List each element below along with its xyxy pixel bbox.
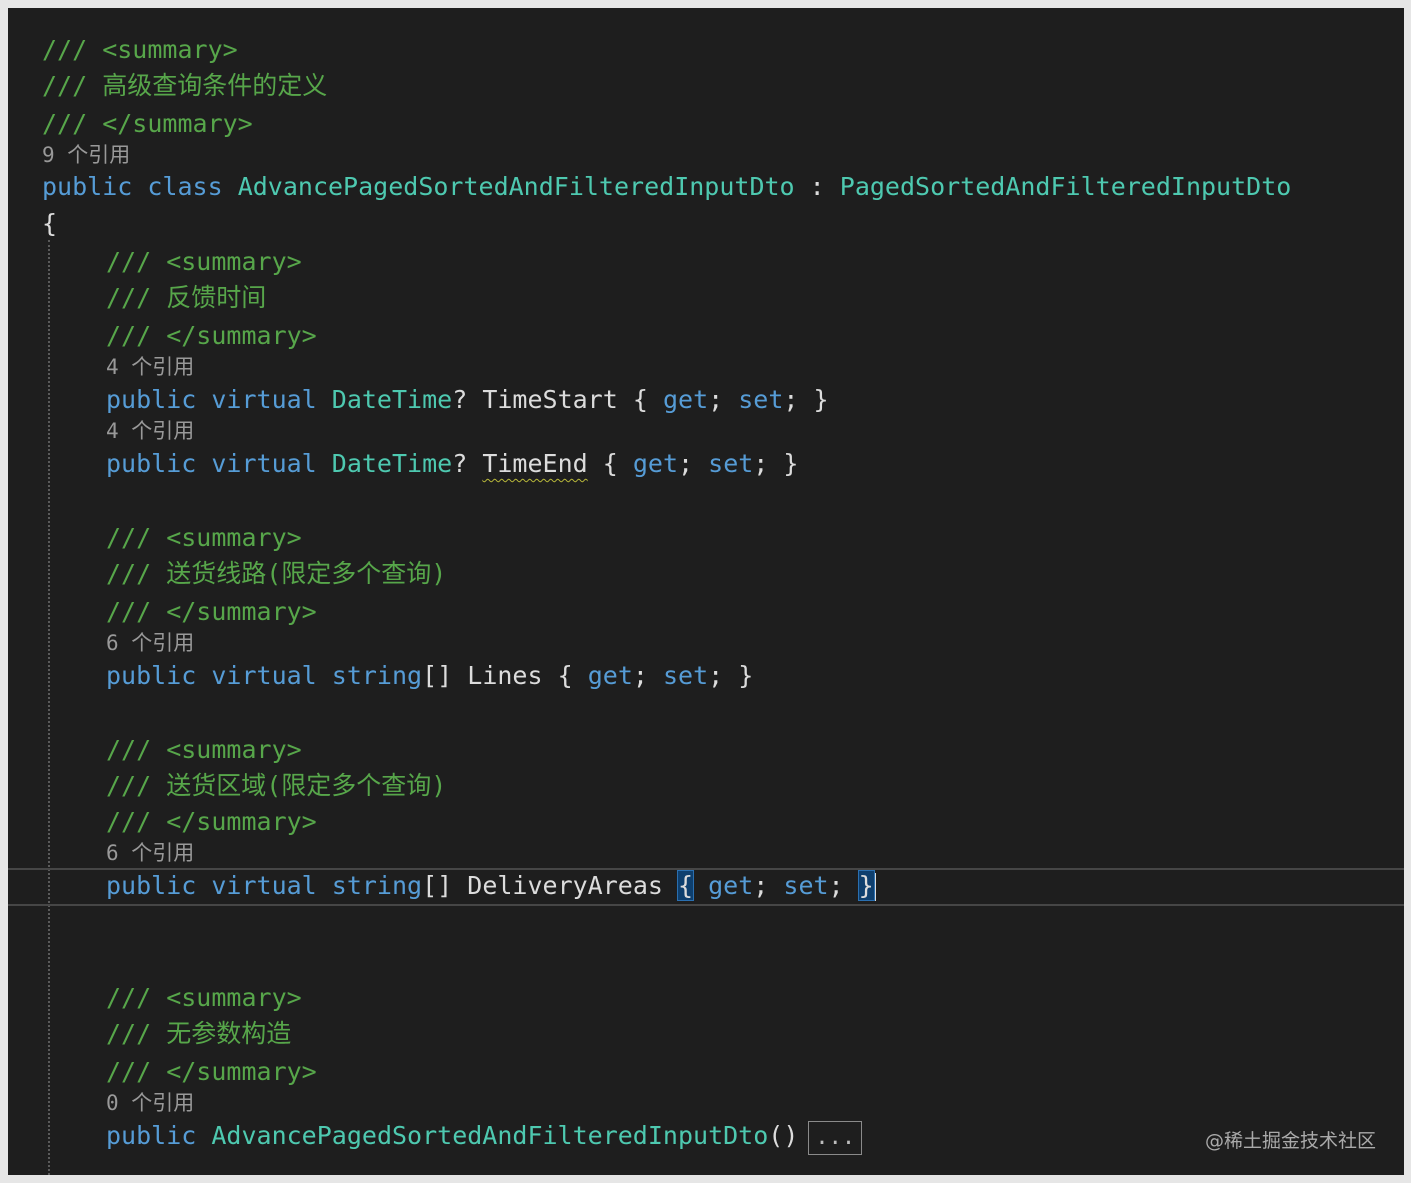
type-suffix: []: [422, 871, 453, 900]
constructor-name[interactable]: AdvancePagedSortedAndFilteredInputDto: [211, 1121, 768, 1150]
class-doc-text: /// 高级查询条件的定义: [42, 71, 328, 100]
property-name[interactable]: TimeStart: [482, 385, 617, 414]
set-accessor: set: [783, 871, 829, 900]
inheritance-colon: :: [794, 172, 840, 201]
constructor-declaration: public AdvancePagedSortedAndFilteredInpu…: [106, 1116, 863, 1156]
ctor-doc-text: /// 无参数构造: [106, 1019, 292, 1048]
property-type[interactable]: DateTime: [332, 449, 452, 478]
accessor-close-brace: }: [738, 661, 754, 690]
accessor-open-brace: {: [557, 661, 573, 690]
property-timestart: public virtual DateTime? TimeStart { get…: [106, 385, 829, 414]
member-reference-codelens[interactable]: 4 个引用: [106, 418, 194, 444]
accessor-open-brace: {: [602, 449, 618, 478]
modifiers: public virtual: [106, 385, 317, 414]
class-doc-open: /// <summary>: [42, 35, 238, 64]
class-keyword: class: [147, 172, 223, 201]
constructor-parens: (): [768, 1121, 799, 1150]
type-suffix: ?: [452, 449, 468, 478]
class-name[interactable]: AdvancePagedSortedAndFilteredInputDto: [238, 172, 795, 201]
modifiers: public virtual: [106, 871, 317, 900]
property-type[interactable]: DateTime: [332, 385, 452, 414]
class-declaration: public class AdvancePagedSortedAndFilter…: [42, 167, 1291, 207]
member-doc-text: /// 送货线路(限定多个查询): [106, 559, 447, 588]
set-accessor: set: [662, 661, 709, 690]
accessor-close-brace: }: [783, 449, 799, 478]
public-keyword: public: [42, 172, 133, 201]
collapsed-region-button[interactable]: ...: [808, 1121, 863, 1155]
member-doc-open: /// <summary>: [106, 247, 302, 276]
property-lines: public virtual string[] Lines { get; set…: [106, 661, 754, 690]
accessor-open-brace: {: [632, 385, 648, 414]
member-reference-codelens[interactable]: 4 个引用: [106, 354, 194, 380]
matched-close-brace: }: [857, 870, 875, 901]
matched-open-brace: {: [676, 870, 695, 901]
type-suffix: []: [422, 661, 453, 690]
get-accessor: get: [708, 871, 754, 900]
member-reference-codelens[interactable]: 6 个引用: [106, 630, 194, 656]
watermark: @稀土掘金技术社区: [1204, 1130, 1376, 1152]
get-accessor: get: [587, 661, 633, 690]
member-reference-codelens[interactable]: 6 个引用: [106, 840, 194, 866]
class-open-brace: {: [42, 209, 58, 238]
code-editor[interactable]: /// <summary> /// 高级查询条件的定义 /// </summar…: [8, 8, 1404, 1175]
member-doc-open: /// <summary>: [106, 523, 302, 552]
class-reference-codelens[interactable]: 9 个引用: [42, 142, 130, 168]
modifiers: public virtual: [106, 449, 317, 478]
base-class-name[interactable]: PagedSortedAndFilteredInputDto: [840, 172, 1292, 201]
member-doc-close: /// </summary>: [106, 321, 317, 350]
type-suffix: ?: [452, 385, 468, 414]
property-type[interactable]: string: [332, 661, 422, 690]
ctor-doc-open: /// <summary>: [106, 983, 302, 1012]
member-doc-close: /// </summary>: [106, 597, 317, 626]
member-doc-close: /// </summary>: [106, 807, 317, 836]
member-doc-text: /// 反馈时间: [106, 283, 267, 312]
indent-guide: [48, 240, 50, 1175]
get-accessor: get: [662, 385, 709, 414]
member-doc-open: /// <summary>: [106, 735, 302, 764]
property-name[interactable]: Lines: [467, 661, 542, 690]
member-doc-text: /// 送货区域(限定多个查询): [106, 771, 447, 800]
set-accessor: set: [708, 449, 754, 478]
accessor-close-brace: }: [813, 385, 829, 414]
modifiers: public virtual: [106, 661, 317, 690]
public-keyword: public: [106, 1121, 197, 1150]
ctor-doc-close: /// </summary>: [106, 1057, 317, 1086]
property-timeend: public virtual DateTime? TimeEnd { get; …: [106, 449, 799, 478]
text-cursor: [873, 873, 876, 901]
property-name-with-warning-squiggle[interactable]: TimeEnd: [482, 449, 587, 478]
ctor-reference-codelens[interactable]: 0 个引用: [106, 1090, 194, 1116]
property-name[interactable]: DeliveryAreas: [467, 871, 663, 900]
property-type[interactable]: string: [332, 871, 422, 900]
property-deliveryareas: public virtual string[] DeliveryAreas { …: [106, 870, 876, 901]
get-accessor: get: [632, 449, 679, 478]
class-doc-close: /// </summary>: [42, 109, 253, 138]
set-accessor: set: [738, 385, 784, 414]
